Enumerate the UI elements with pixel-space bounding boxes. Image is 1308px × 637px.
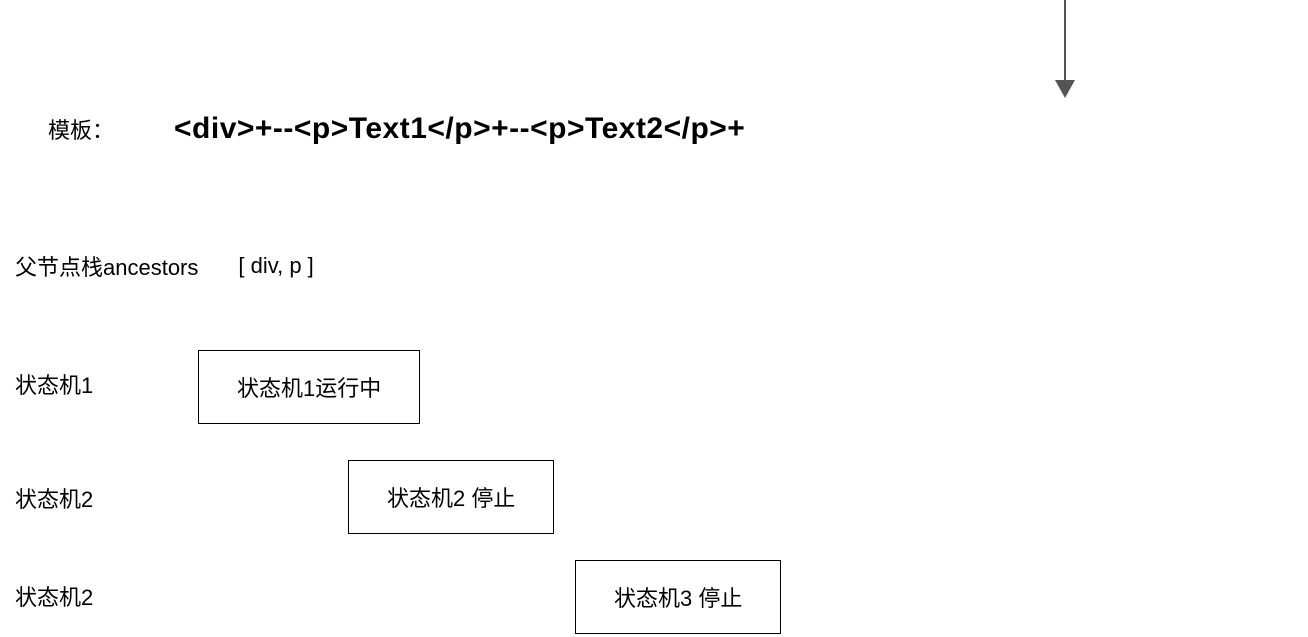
state-machine-1-box: 状态机1运行中 xyxy=(198,350,420,424)
state-machine-1-row: 状态机1 xyxy=(15,368,93,400)
template-label: 模板： xyxy=(48,113,114,145)
ancestors-row: 父节点栈ancestors [ div, p ] xyxy=(15,250,314,282)
arrow-head xyxy=(1055,80,1075,98)
state-machine-3-label: 状态机2 xyxy=(15,580,93,612)
template-row: 模板： <div>+--<p>Text1</p>+--<p>Text2</p>+ xyxy=(48,112,745,146)
ancestors-value: [ div, p ] xyxy=(238,253,313,279)
state-machine-1-label: 状态机1 xyxy=(15,368,93,400)
arrow-line xyxy=(1064,0,1066,85)
state-machine-3-row: 状态机2 xyxy=(15,580,93,612)
state-machine-2-label: 状态机2 xyxy=(15,482,93,514)
pointer-arrow xyxy=(1050,0,1080,100)
state-machine-2-row: 状态机2 xyxy=(15,482,93,514)
state-machine-2-box: 状态机2 停止 xyxy=(348,460,554,534)
ancestors-label: 父节点栈ancestors xyxy=(15,250,198,282)
state-machine-3-box: 状态机3 停止 xyxy=(575,560,781,634)
template-code: <div>+--<p>Text1</p>+--<p>Text2</p>+ xyxy=(174,112,745,146)
